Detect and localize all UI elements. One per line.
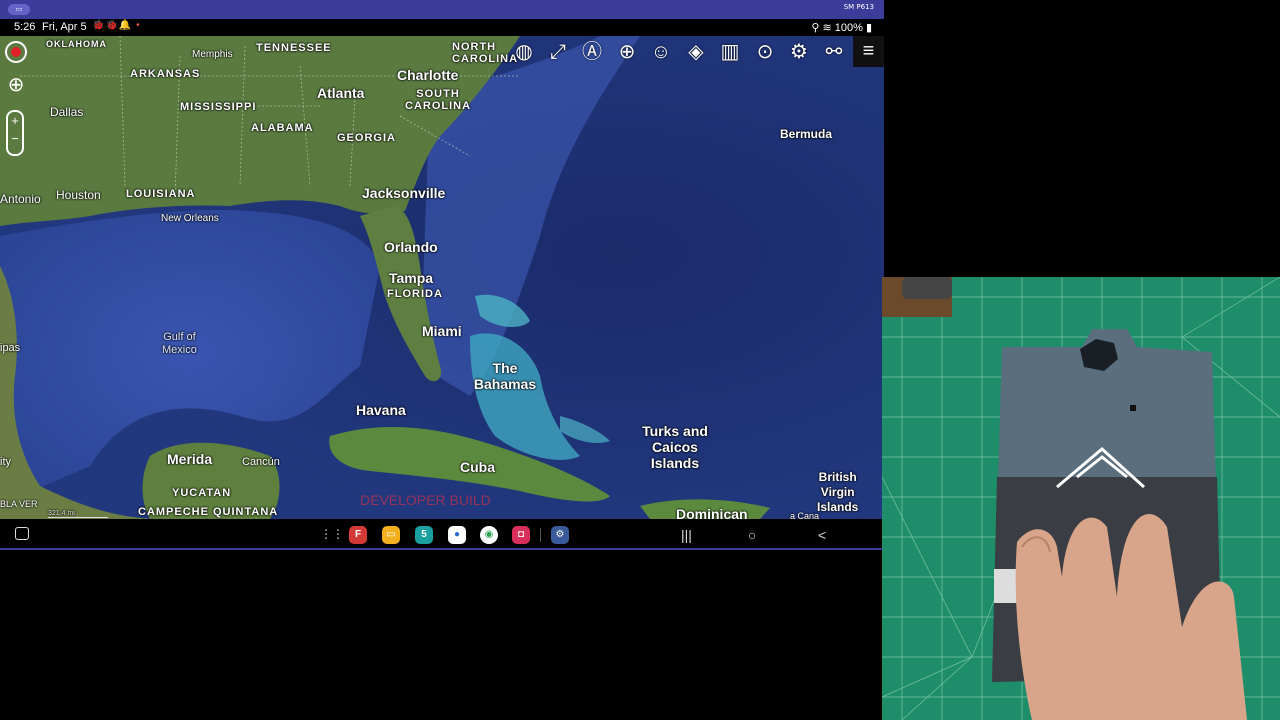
record-dot-icon: [11, 47, 21, 57]
locate-me-icon[interactable]: ⊕: [5, 74, 27, 96]
calendar-icon[interactable]: 5: [415, 526, 433, 544]
flipboard-icon[interactable]: F: [349, 526, 367, 544]
zoom-in-icon[interactable]: +: [8, 112, 22, 130]
hamburger-menu-icon[interactable]: ≡: [853, 36, 884, 67]
ruler-icon[interactable]: Ⓐ: [579, 39, 605, 65]
chrome-icon[interactable]: ◉: [480, 526, 498, 544]
window-topbar-info: SM P613: [843, 3, 874, 11]
map-label-city: BLA VER: [0, 499, 38, 509]
map-label-city: Turks and Caicos Islands: [642, 423, 708, 471]
status-date: Fri, Apr 5: [42, 21, 87, 33]
webcam-overlay: [882, 277, 1280, 720]
map-label-state: GEORGIA: [337, 132, 396, 144]
zoom-control[interactable]: + −: [6, 110, 24, 156]
window-topbar: ▭ SM P613: [0, 0, 884, 19]
map-label-state: TENNESSEE: [256, 42, 332, 54]
map-view[interactable]: OKLAHOMA TENNESSEE NORTH CAROLINA ARKANSA…: [0, 36, 884, 519]
map-label-city: Jacksonville: [362, 185, 446, 201]
notification-icons: 🐞🐞🔔 •: [92, 20, 141, 31]
settings-app-icon[interactable]: ⚙: [551, 526, 569, 544]
map-label-city: Havana: [356, 402, 406, 418]
dock-divider: [540, 528, 541, 542]
map-label-city: Atlanta: [317, 85, 365, 101]
map-label-city: ity: [0, 456, 11, 468]
map-label-state: ARKANSAS: [130, 68, 201, 80]
wifi-icon: ≋: [822, 22, 832, 34]
map-label-city: Cuba: [460, 459, 495, 475]
map-label-city: The Bahamas: [473, 360, 537, 392]
map-label-state: MISSISSIPPI: [180, 101, 257, 113]
map-label-city: British Virgin Islands: [817, 470, 859, 514]
battery-level: 100%: [834, 22, 863, 34]
map-label-state: CAMPECHE QUINTANA: [138, 506, 279, 518]
map-icon[interactable]: ▥: [717, 39, 743, 65]
map-label-city: Tampa: [389, 270, 434, 286]
developer-build-watermark: DEVELOPER BUILD: [360, 492, 491, 508]
nav-divider: [0, 548, 884, 550]
signal-tower-icon[interactable]: ⚯: [821, 39, 847, 65]
map-label-city: New Orleans: [161, 213, 219, 224]
map-scale-bar: 321.4 mi: [48, 510, 108, 518]
layers-icon[interactable]: ◈: [683, 39, 709, 65]
map-label-city: Miami: [422, 323, 462, 339]
zoom-out-icon[interactable]: −: [8, 130, 22, 148]
map-label-state: NORTH CAROLINA: [452, 41, 519, 65]
location-icon: ⚲: [811, 22, 820, 34]
map-label-city: Merida: [167, 451, 213, 467]
map-label-state: ALABAMA: [251, 122, 314, 134]
screenshot-icon[interactable]: [15, 527, 29, 540]
settings-icon[interactable]: ⚙: [786, 39, 812, 65]
messages-icon[interactable]: ●: [448, 526, 466, 544]
map-label-city: Antonio: [0, 192, 41, 206]
status-time: 5:26: [14, 21, 36, 33]
map-label-city: Cancún: [242, 456, 280, 468]
map-label-state: SOUTH CAROLINA: [405, 88, 472, 112]
map-label-city: Memphis: [192, 49, 233, 60]
compass-icon[interactable]: ◍: [511, 39, 537, 65]
measure-icon[interactable]: ⤢: [545, 39, 571, 65]
map-label-state: FLORIDA: [387, 288, 443, 300]
team-icon[interactable]: ☺: [648, 39, 674, 65]
map-label-city: Charlotte: [397, 67, 459, 83]
status-right: ⚲ ≋ 100% ▮: [811, 21, 872, 34]
map-label-state: YUCATAN: [172, 487, 232, 499]
map-label-city: Orlando: [384, 239, 438, 255]
home-button[interactable]: ○: [748, 527, 756, 543]
screen-mirror-icon[interactable]: ▭: [8, 4, 30, 15]
webcam-image: [882, 277, 1280, 720]
map-label-city: Houston: [56, 188, 101, 202]
location-pin-icon[interactable]: ⊙: [752, 39, 778, 65]
map-label-city: ipas: [0, 342, 21, 354]
globe-icon[interactable]: ⊕: [614, 39, 640, 65]
app-drawer-icon[interactable]: ⋮⋮: [320, 527, 344, 541]
map-label-city: a Cana: [790, 511, 820, 519]
map-label-city: Bermuda: [780, 127, 833, 141]
map-label-city: Dallas: [50, 105, 84, 119]
recents-button[interactable]: |||: [681, 527, 692, 543]
map-label-water: Gulf of Mexico: [162, 331, 197, 356]
battery-icon: ▮: [865, 22, 872, 34]
record-button[interactable]: [5, 41, 27, 63]
map-label-state: OKLAHOMA: [46, 39, 107, 49]
folder-icon[interactable]: ▭: [382, 526, 400, 544]
status-bar: 5:26 Fri, Apr 5 🐞🐞🔔 • ⚲ ≋ 100% ▮: [0, 19, 884, 36]
back-button[interactable]: <: [818, 527, 826, 543]
camera-icon[interactable]: ◘: [512, 526, 530, 544]
map-label-city: Dominican: [676, 506, 748, 519]
map-label-state: LOUISIANA: [126, 188, 196, 200]
